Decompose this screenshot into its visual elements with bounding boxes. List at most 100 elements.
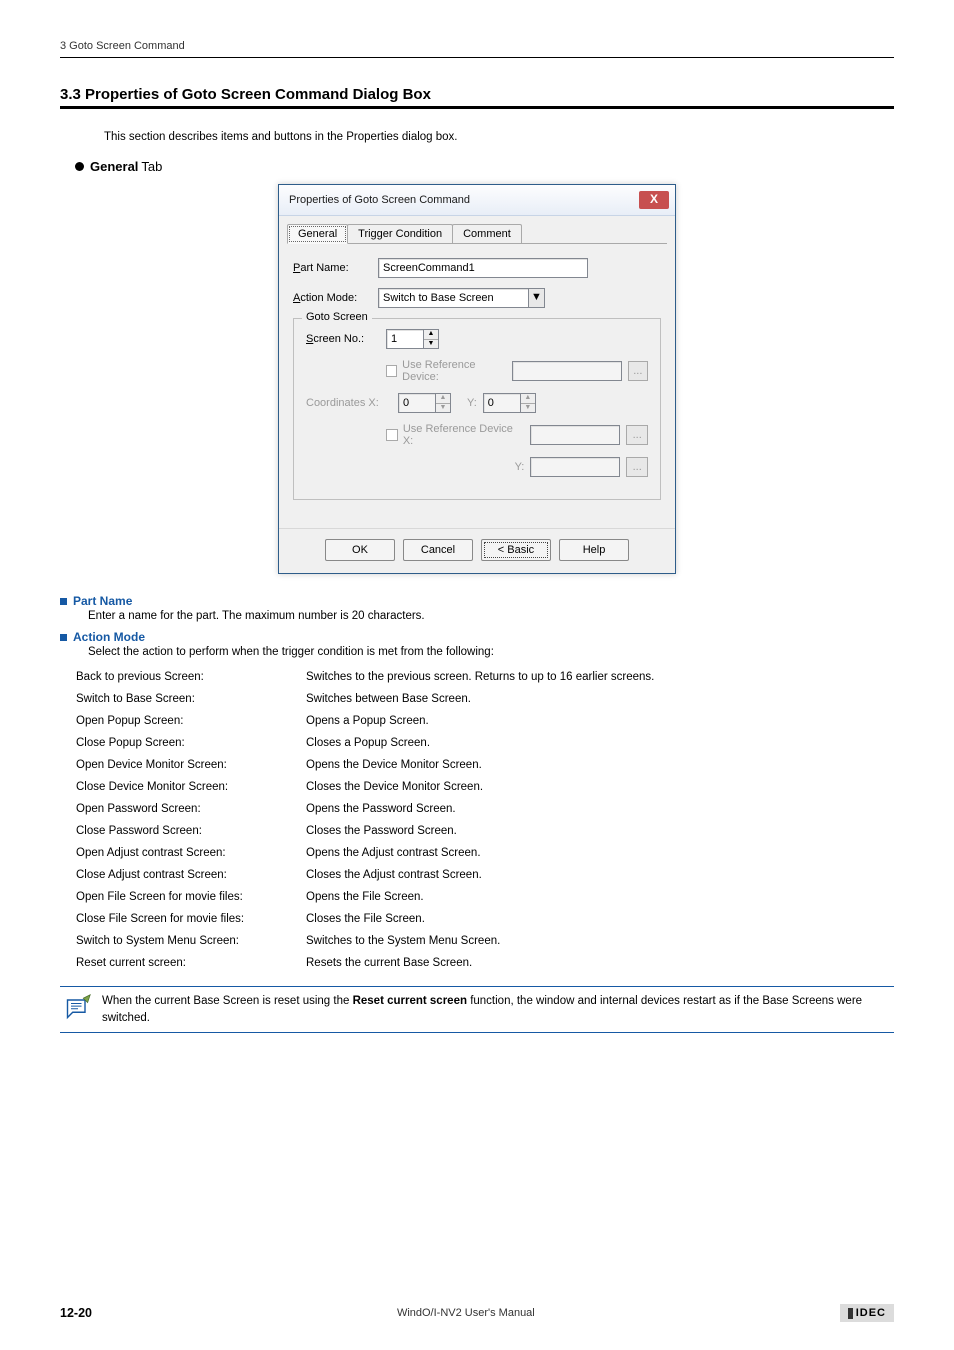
ref-device-input-1 <box>512 361 622 381</box>
page-footer: 12-20 WindO/I-NV2 User's Manual IDEC <box>60 1304 894 1322</box>
ref-device-x-input <box>530 425 620 445</box>
table-row: Close Device Monitor Screen:Closes the D… <box>76 776 894 798</box>
part-name-label: Part Name: <box>293 262 378 274</box>
spin-up-icon[interactable]: ▲ <box>424 330 438 340</box>
action-description: Opens the Password Screen. <box>306 798 894 820</box>
use-ref-device-label-2: Use Reference Device X: <box>403 423 524 447</box>
action-label: Close Popup Screen: <box>76 732 306 754</box>
spin-up-icon: ▲ <box>436 394 450 404</box>
manual-title: WindO/I-NV2 User's Manual <box>397 1307 535 1319</box>
table-row: Open File Screen for movie files:Opens t… <box>76 886 894 908</box>
help-button[interactable]: Help <box>559 539 629 561</box>
use-ref-device-label-1: Use Reference Device: <box>402 359 506 383</box>
cancel-button[interactable]: Cancel <box>403 539 473 561</box>
coord-y-label: Y: <box>467 397 477 409</box>
note-icon <box>64 993 92 1024</box>
action-label: Switch to Base Screen: <box>76 688 306 710</box>
note-text: When the current Base Screen is reset us… <box>102 993 890 1026</box>
table-row: Switch to Base Screen:Switches between B… <box>76 688 894 710</box>
action-label: Switch to System Menu Screen: <box>76 930 306 952</box>
action-description: Opens a Popup Screen. <box>306 710 894 732</box>
action-description: Closes the File Screen. <box>306 908 894 930</box>
goto-screen-group: Goto Screen Screen No.: ▲▼ Use Reference… <box>293 318 661 500</box>
dropdown-icon[interactable]: ▼ <box>528 288 545 308</box>
action-label: Open Adjust contrast Screen: <box>76 842 306 864</box>
screen-no-label: Screen No.: <box>306 333 386 345</box>
ref-device-y-label: Y: <box>386 461 530 473</box>
brand-badge: IDEC <box>840 1304 894 1322</box>
close-button[interactable]: X <box>639 191 669 209</box>
coordinates-label: Coordinates X: <box>306 397 398 409</box>
use-ref-device-checkbox-2 <box>386 429 398 441</box>
screen-no-spinner[interactable]: ▲▼ <box>386 329 439 349</box>
section-title: 3.3 Properties of Goto Screen Command Di… <box>60 86 894 103</box>
action-description: Closes the Adjust contrast Screen. <box>306 864 894 886</box>
action-description: Closes a Popup Screen. <box>306 732 894 754</box>
table-row: Open Adjust contrast Screen:Opens the Ad… <box>76 842 894 864</box>
spin-up-icon: ▲ <box>521 394 535 404</box>
table-row: Open Popup Screen:Opens a Popup Screen. <box>76 710 894 732</box>
tab-general[interactable]: General <box>287 224 348 244</box>
action-mode-value[interactable] <box>378 288 528 308</box>
action-mode-table: Back to previous Screen:Switches to the … <box>76 666 894 974</box>
ref-device-browse-1: ... <box>628 361 648 381</box>
table-row: Open Password Screen:Opens the Password … <box>76 798 894 820</box>
action-description: Switches to the System Menu Screen. <box>306 930 894 952</box>
basic-button[interactable]: < Basic <box>481 539 551 561</box>
note-box: When the current Base Screen is reset us… <box>60 986 894 1033</box>
spin-down-icon: ▼ <box>436 404 450 413</box>
table-row: Open Device Monitor Screen:Opens the Dev… <box>76 754 894 776</box>
part-name-heading: Part Name <box>73 594 132 608</box>
action-description: Opens the File Screen. <box>306 886 894 908</box>
ref-device-y-input <box>530 457 620 477</box>
goto-screen-legend: Goto Screen <box>302 311 372 323</box>
action-description: Closes the Password Screen. <box>306 820 894 842</box>
section-underline <box>60 106 894 109</box>
table-row: Reset current screen:Resets the current … <box>76 952 894 974</box>
table-row: Close Adjust contrast Screen:Closes the … <box>76 864 894 886</box>
ref-device-x-browse: ... <box>626 425 648 445</box>
breadcrumb: 3 Goto Screen Command <box>60 40 894 52</box>
action-description: Resets the current Base Screen. <box>306 952 894 974</box>
spin-down-icon[interactable]: ▼ <box>424 340 438 349</box>
page-number: 12-20 <box>60 1306 92 1320</box>
action-label: Close Adjust contrast Screen: <box>76 864 306 886</box>
ok-button[interactable]: OK <box>325 539 395 561</box>
general-tab-heading-sub: Tab <box>141 159 162 174</box>
action-label: Open File Screen for movie files: <box>76 886 306 908</box>
action-mode-select[interactable]: ▼ <box>378 288 545 308</box>
action-description: Switches to the previous screen. Returns… <box>306 666 894 688</box>
action-mode-text: Select the action to perform when the tr… <box>88 646 894 658</box>
action-description: Opens the Adjust contrast Screen. <box>306 842 894 864</box>
action-description: Closes the Device Monitor Screen. <box>306 776 894 798</box>
coord-y-input <box>483 393 521 413</box>
square-bullet-icon <box>60 598 67 605</box>
table-row: Back to previous Screen:Switches to the … <box>76 666 894 688</box>
header-rule <box>60 57 894 58</box>
action-label: Close Password Screen: <box>76 820 306 842</box>
action-label: Open Popup Screen: <box>76 710 306 732</box>
section-intro: This section describes items and buttons… <box>104 131 894 143</box>
table-row: Close File Screen for movie files:Closes… <box>76 908 894 930</box>
table-row: Close Password Screen:Closes the Passwor… <box>76 820 894 842</box>
action-mode-heading: Action Mode <box>73 630 145 644</box>
coord-x-spinner: ▲▼ <box>398 393 451 413</box>
screen-no-input[interactable] <box>386 329 424 349</box>
spin-down-icon: ▼ <box>521 404 535 413</box>
action-label: Close File Screen for movie files: <box>76 908 306 930</box>
properties-dialog: Properties of Goto Screen Command X Gene… <box>278 184 676 574</box>
bullet-icon <box>75 162 84 171</box>
general-tab-heading: General <box>90 159 138 174</box>
square-bullet-icon <box>60 634 67 641</box>
tab-trigger-condition[interactable]: Trigger Condition <box>347 224 453 243</box>
dialog-titlebar: Properties of Goto Screen Command X <box>279 185 675 216</box>
action-label: Reset current screen: <box>76 952 306 974</box>
action-label: Back to previous Screen: <box>76 666 306 688</box>
ref-device-y-browse: ... <box>626 457 648 477</box>
part-name-text: Enter a name for the part. The maximum n… <box>88 610 894 622</box>
use-ref-device-checkbox-1[interactable] <box>386 365 397 377</box>
tab-comment[interactable]: Comment <box>452 224 522 243</box>
action-description: Switches between Base Screen. <box>306 688 894 710</box>
action-mode-label: Action Mode: <box>293 292 378 304</box>
part-name-input[interactable] <box>378 258 588 278</box>
